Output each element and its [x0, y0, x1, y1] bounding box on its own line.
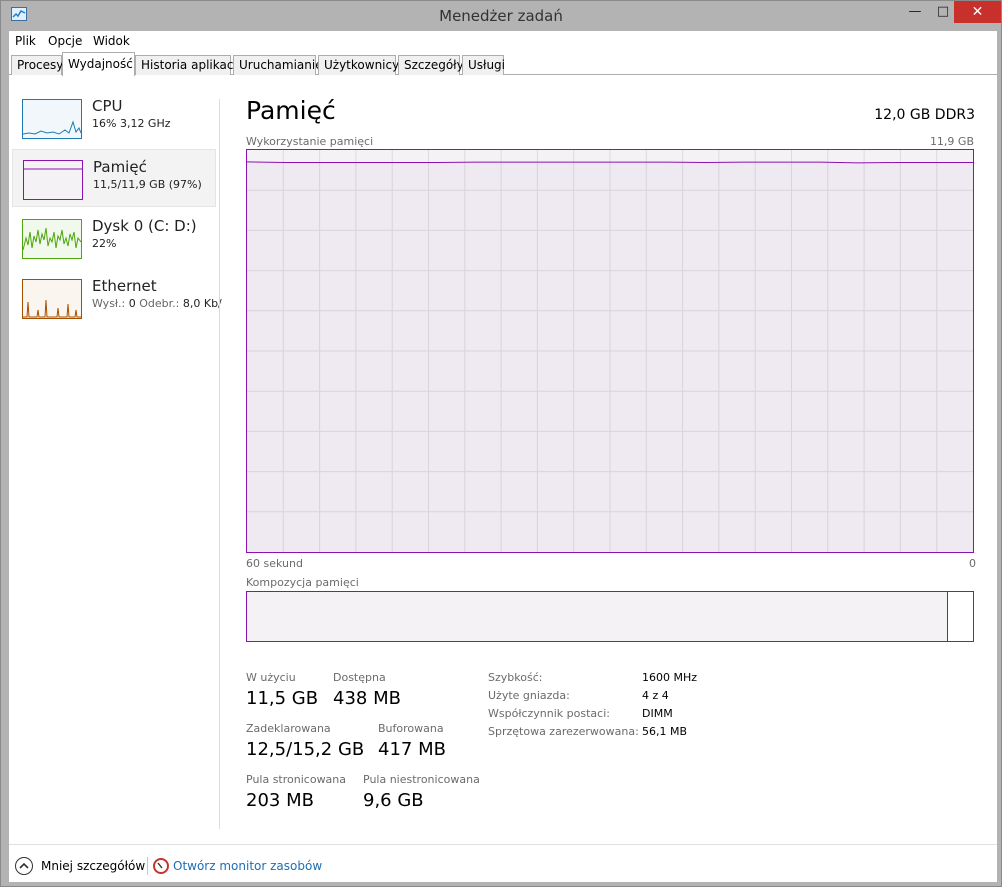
- nonpaged-pool-label: Pula niestronicowana: [363, 773, 480, 786]
- sidebar-item-sub: 16% 3,12 GHz: [92, 117, 171, 130]
- form-factor-label: Współczynnik postaci:: [488, 707, 610, 720]
- tab-szczegoly[interactable]: Szczegóły: [398, 55, 464, 75]
- sidebar-item-label: Dysk 0 (C: D:): [92, 217, 197, 235]
- window-client-area: Plik Opcje Widok Procesy Wydajność Histo…: [9, 31, 997, 882]
- sidebar-divider: [219, 99, 220, 829]
- close-button[interactable]: ✕: [954, 1, 1001, 23]
- performance-sidebar: CPU 16% 3,12 GHz Pamięć 11,5/11,9 GB (97…: [9, 83, 222, 828]
- speed-value: 1600 MHz: [642, 671, 698, 684]
- sidebar-item-label: Ethernet: [92, 277, 157, 295]
- x-axis-right-label: 0: [969, 557, 976, 570]
- page-title: Pamięć: [246, 96, 336, 125]
- speed-label: Szybkość:: [488, 671, 543, 684]
- sidebar-item-sub: 22%: [92, 237, 117, 250]
- slots-used-value: 4 z 4: [642, 689, 669, 702]
- receive-value: 8,0 Kb/: [182, 297, 222, 310]
- open-resource-monitor-label: Otwórz monitor zasobów: [173, 859, 323, 873]
- receive-label: Odebr.:: [139, 297, 180, 310]
- composition-in-use-segment: [247, 592, 948, 641]
- chevron-up-icon: [15, 857, 33, 875]
- menu-opcje[interactable]: Opcje: [48, 34, 82, 48]
- hardware-reserved-value: 56,1 MB: [642, 725, 688, 738]
- fewer-details-label: Mniej szczegółów: [41, 859, 146, 873]
- hardware-reserved-label: Sprzętowa zarezerwowana:: [488, 725, 639, 738]
- available-value: 438 MB: [333, 688, 401, 709]
- resource-monitor-icon: [153, 858, 169, 874]
- menu-widok[interactable]: Widok: [93, 34, 130, 48]
- sidebar-item-ethernet[interactable]: Ethernet Wysł.: 0 Odebr.: 8,0 Kb/: [12, 269, 222, 327]
- paged-pool-value: 203 MB: [246, 790, 314, 811]
- memory-composition-bar[interactable]: [246, 591, 974, 642]
- sidebar-item-label: CPU: [92, 97, 123, 115]
- send-value: 0: [128, 297, 136, 310]
- cached-value: 417 MB: [378, 739, 446, 760]
- sidebar-item-sub: 11,5/11,9 GB (97%): [93, 178, 202, 191]
- composition-free-segment: [947, 592, 973, 641]
- menu-plik[interactable]: Plik: [15, 34, 36, 48]
- available-label: Dostępna: [333, 671, 386, 684]
- cached-label: Buforowana: [378, 722, 444, 735]
- ethernet-mini-graph: [22, 279, 82, 319]
- in-use-label: W użyciu: [246, 671, 296, 684]
- sidebar-item-memory[interactable]: Pamięć 11,5/11,9 GB (97%): [12, 149, 216, 207]
- nonpaged-pool-value: 9,6 GB: [363, 790, 424, 811]
- footer-bar: Mniej szczegółów Otwórz monitor zasobów: [9, 844, 997, 882]
- sidebar-item-disk[interactable]: Dysk 0 (C: D:) 22%: [12, 209, 216, 267]
- memory-details-panel: Pamięć 12,0 GB DDR3 Wykorzystanie pamięc…: [246, 91, 976, 831]
- tab-wydajnosc[interactable]: Wydajność: [62, 52, 135, 76]
- x-axis-left-label: 60 sekund: [246, 557, 303, 570]
- memory-mini-graph: [23, 160, 83, 200]
- sidebar-item-sub: Wysł.: 0 Odebr.: 8,0 Kb/: [92, 297, 222, 310]
- committed-value: 12,5/15,2 GB: [246, 739, 365, 760]
- in-use-value: 11,5 GB: [246, 688, 319, 709]
- committed-label: Zadeklarowana: [246, 722, 331, 735]
- tab-historia-aplikacji[interactable]: Historia aplikacji: [135, 55, 240, 75]
- title-bar[interactable]: Menedżer zadań — □ ✕: [1, 1, 1001, 31]
- tab-uslugi[interactable]: Usługi: [462, 55, 505, 75]
- tab-uzytkownicy[interactable]: Użytkownicy: [318, 55, 399, 75]
- maximize-button[interactable]: □: [929, 1, 957, 23]
- disk-mini-graph: [22, 219, 82, 259]
- tab-procesy[interactable]: Procesy: [11, 55, 63, 75]
- form-factor-value: DIMM: [642, 707, 673, 720]
- memory-usage-graph: [246, 149, 974, 553]
- usage-chart-max-label: 11,9 GB: [929, 135, 974, 148]
- window-title: Menedżer zadań: [439, 7, 563, 25]
- task-manager-window: Menedżer zadań — □ ✕ Plik Opcje Widok Pr…: [0, 0, 1002, 887]
- footer-separator: [147, 857, 148, 875]
- memory-usage-svg: [247, 150, 973, 552]
- minimize-button[interactable]: —: [901, 1, 929, 23]
- menu-bar: Plik Opcje Widok: [9, 31, 997, 51]
- memory-usage-area: [247, 161, 973, 552]
- sidebar-item-cpu[interactable]: CPU 16% 3,12 GHz: [12, 89, 216, 147]
- usage-chart-label: Wykorzystanie pamięci: [246, 135, 374, 148]
- memory-spec: 12,0 GB DDR3: [874, 107, 975, 123]
- tab-uruchamianie[interactable]: Uruchamianie: [233, 55, 323, 75]
- cpu-mini-graph: [22, 99, 82, 139]
- slots-used-label: Użyte gniazda:: [488, 689, 570, 702]
- composition-label: Kompozycja pamięci: [246, 576, 359, 589]
- sidebar-item-label: Pamięć: [93, 158, 147, 176]
- send-label: Wysł.:: [92, 297, 126, 310]
- paged-pool-label: Pula stronicowana: [246, 773, 347, 786]
- tab-bar: Procesy Wydajność Historia aplikacji Uru…: [9, 52, 997, 76]
